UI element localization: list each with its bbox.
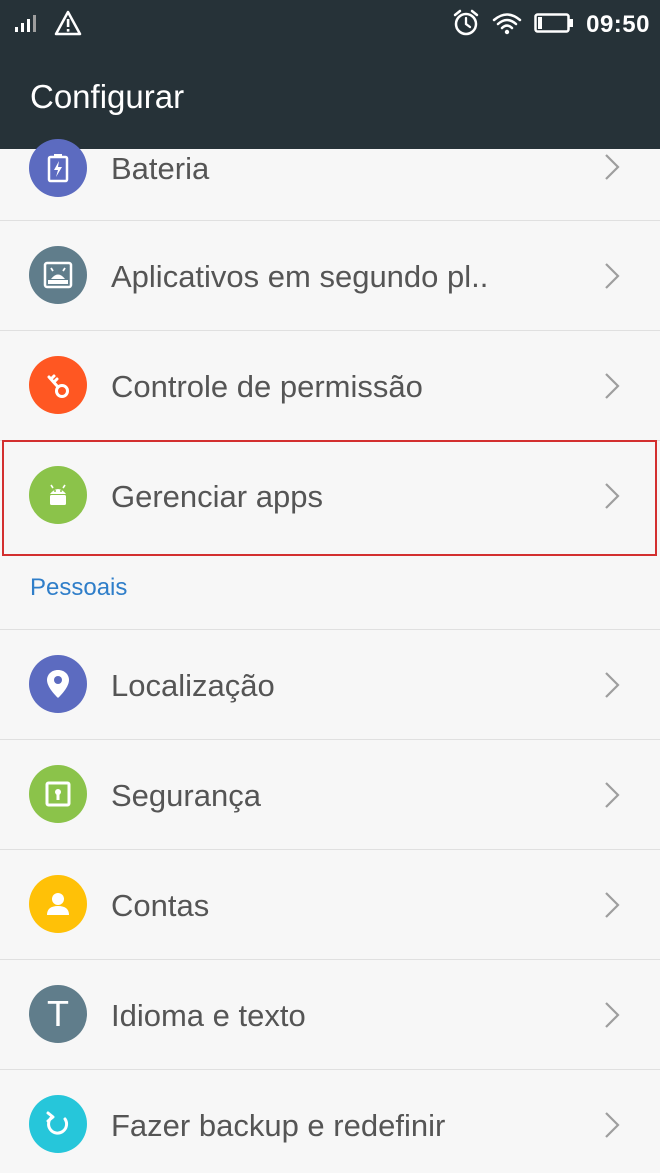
settings-item-location[interactable]: Localização xyxy=(0,629,660,740)
settings-item-label: Contas xyxy=(111,888,210,923)
section-header-personal: Pessoais xyxy=(0,550,660,629)
chevron-right-icon xyxy=(605,1112,620,1138)
chevron-right-icon xyxy=(605,1002,620,1028)
settings-item-background-apps[interactable]: Aplicativos em segundo pl.. xyxy=(0,221,660,331)
settings-item-manage-apps[interactable]: Gerenciar apps xyxy=(0,441,660,550)
chevron-right-icon xyxy=(605,373,620,399)
section-label: Pessoais xyxy=(30,574,128,601)
location-icon xyxy=(29,655,87,713)
settings-item-label: Aplicativos em segundo pl.. xyxy=(111,259,489,294)
settings-item-accounts[interactable]: Contas xyxy=(0,850,660,960)
settings-item-battery[interactable]: Bateria xyxy=(0,139,660,221)
settings-item-backup-reset[interactable]: Fazer backup e redefinir xyxy=(0,1070,660,1173)
account-icon xyxy=(29,875,87,933)
key-icon xyxy=(29,356,87,414)
page-title: Configurar xyxy=(30,78,185,115)
status-right: 09:50 xyxy=(452,9,650,42)
language-icon: T xyxy=(29,985,87,1043)
settings-item-label: Fazer backup e redefinir xyxy=(111,1108,446,1143)
chevron-right-icon xyxy=(605,892,620,918)
android-icon xyxy=(29,466,87,524)
alarm-icon xyxy=(452,9,480,42)
settings-item-language[interactable]: T Idioma e texto xyxy=(0,960,660,1070)
settings-item-label: Bateria xyxy=(111,151,210,186)
warning-icon xyxy=(54,10,82,41)
settings-item-label: Segurança xyxy=(111,778,261,813)
signal-icon xyxy=(14,13,42,38)
chevron-right-icon xyxy=(605,263,620,289)
status-left xyxy=(14,10,82,40)
battery-icon xyxy=(534,12,574,39)
battery-icon xyxy=(29,139,87,197)
chevron-right-icon xyxy=(605,782,620,808)
background-apps-icon xyxy=(29,246,87,304)
language-glyph: T xyxy=(47,993,69,1034)
settings-screen: 09:50 Configurar Bateria Aplicativos em … xyxy=(0,0,660,1173)
status-time: 09:50 xyxy=(586,11,650,38)
app-bar: Configurar xyxy=(0,50,660,149)
settings-item-security[interactable]: Segurança xyxy=(0,740,660,850)
security-icon xyxy=(29,765,87,823)
wifi-icon xyxy=(492,11,522,40)
settings-item-label: Localização xyxy=(111,668,275,703)
settings-item-label: Gerenciar apps xyxy=(111,479,323,514)
settings-item-permission-control[interactable]: Controle de permissão xyxy=(0,331,660,441)
status-bar: 09:50 xyxy=(0,0,660,50)
backup-icon xyxy=(29,1095,87,1153)
chevron-right-icon xyxy=(605,672,620,698)
chevron-right-icon xyxy=(605,483,620,509)
settings-list: Bateria Aplicativos em segundo pl.. Cont… xyxy=(0,139,660,1173)
settings-item-label: Idioma e texto xyxy=(111,998,306,1033)
chevron-right-icon xyxy=(605,154,620,180)
settings-item-label: Controle de permissão xyxy=(111,369,423,404)
